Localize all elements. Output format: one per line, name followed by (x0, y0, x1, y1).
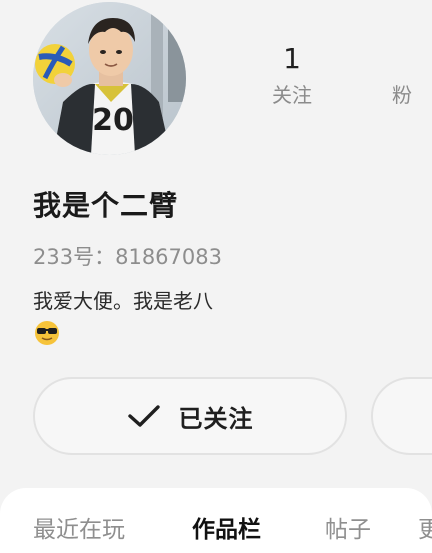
tab-more[interactable]: 更 (418, 514, 432, 546)
user-id-label: 233号： (33, 245, 116, 269)
profile-page: 20 1 关注 0 粉 我是个二臂 233号：81867083 我爱大便。我是老… (0, 0, 432, 553)
tab-posts[interactable]: 帖子 (325, 514, 371, 546)
avatar[interactable]: 20 (33, 2, 186, 155)
fans-label: 粉 (392, 83, 412, 107)
following-count: 1 (283, 42, 301, 75)
user-id-row: 233号：81867083 (33, 242, 222, 272)
tab-recently-played[interactable]: 最近在玩 (33, 514, 125, 546)
tab-works[interactable]: 作品栏 (192, 514, 261, 546)
jersey-number: 20 (92, 103, 134, 138)
fans-stat[interactable]: 0 粉 (392, 42, 432, 108)
bio-text: 我爱大便。我是老八 (33, 289, 213, 313)
message-button[interactable] (371, 377, 432, 455)
followed-button-label: 已关注 (178, 404, 254, 433)
username: 我是个二臂 (33, 189, 179, 222)
following-stat[interactable]: 1 关注 (247, 42, 337, 108)
following-label: 关注 (272, 83, 312, 107)
checkmark-icon (127, 405, 160, 427)
avatar-illustration: 20 (33, 2, 186, 155)
content-tabs: 最近在玩 作品栏 帖子 更 (0, 488, 432, 553)
followed-button[interactable]: 已关注 (33, 377, 347, 455)
user-id-value: 81867083 (115, 245, 222, 269)
cool-sunglasses-emoji-icon (35, 321, 59, 345)
